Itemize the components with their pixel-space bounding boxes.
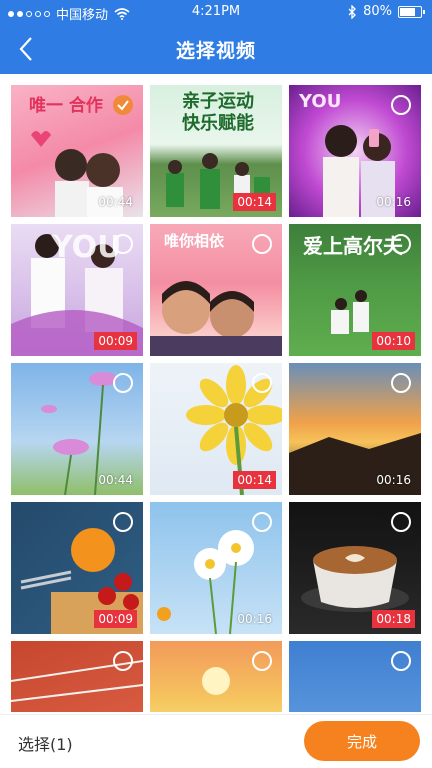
select-circle[interactable]	[113, 651, 133, 671]
thumbnail-title: 唯一 合作	[29, 96, 103, 116]
video-tile[interactable]: 00:14	[150, 363, 282, 495]
thumbnail-title: 唯你相依	[164, 232, 225, 250]
select-circle[interactable]	[391, 373, 411, 393]
video-tile[interactable]: 唯你相依	[150, 224, 282, 356]
select-circle[interactable]	[252, 234, 272, 254]
duration-label: 00:18	[372, 610, 415, 628]
video-tile[interactable]: YOU 00:09	[11, 224, 143, 356]
duration-label: 00:09	[94, 610, 137, 628]
video-tile[interactable]: 爱上高尔夫 00:10	[289, 224, 421, 356]
bottom-bar: 选择(1) 完成	[0, 714, 432, 768]
video-tile[interactable]: 00:16	[289, 363, 421, 495]
select-circle[interactable]	[252, 512, 272, 532]
select-circle[interactable]	[113, 512, 133, 532]
duration-label: 00:10	[372, 332, 415, 350]
select-circle[interactable]	[113, 234, 133, 254]
battery-fill	[400, 7, 415, 16]
select-circle[interactable]	[113, 373, 133, 393]
thumbnail-title: 爱上高尔夫	[303, 234, 403, 258]
duration-label: 00:14	[233, 471, 276, 489]
select-circle[interactable]	[252, 373, 272, 393]
video-tile[interactable]	[11, 641, 143, 712]
duration-label: 00:44	[98, 195, 133, 209]
select-circle[interactable]	[391, 234, 411, 254]
done-button[interactable]: 完成	[304, 721, 420, 761]
video-tile[interactable]	[289, 641, 421, 712]
selected-check[interactable]	[113, 95, 133, 115]
page-title: 选择视频	[175, 40, 256, 62]
bluetooth-icon	[348, 4, 357, 19]
selected-count: 选择(1)	[18, 735, 73, 754]
video-tile[interactable]: 亲子运动 快乐赋能 00:14	[150, 85, 282, 217]
select-circle[interactable]	[391, 95, 411, 115]
video-tile[interactable]: 00:09	[11, 502, 143, 634]
video-tile[interactable]: 00:18	[289, 502, 421, 634]
select-circle[interactable]	[252, 651, 272, 671]
duration-label: 00:16	[376, 473, 411, 487]
duration-label: 00:44	[98, 473, 133, 487]
video-tile[interactable]	[150, 641, 282, 712]
duration-label: 00:14	[233, 193, 276, 211]
video-tile[interactable]: 00:44	[11, 363, 143, 495]
video-grid: 唯一 合作 00:44 亲子运动 快乐赋能 00:14 YOU 00:16 YO…	[11, 85, 421, 712]
video-tile[interactable]: 唯一 合作 00:44	[11, 85, 143, 217]
battery-icon	[398, 5, 425, 18]
status-bar: 中国移动 4:21PM 80%	[0, 0, 432, 24]
select-circle[interactable]	[391, 651, 411, 671]
thumbnail-title: 亲子运动 快乐赋能	[182, 91, 254, 134]
duration-label: 00:16	[237, 612, 272, 626]
thumbnail-title: YOU	[51, 230, 122, 265]
video-tile[interactable]: 00:16	[150, 502, 282, 634]
thumbnail-title: YOU	[299, 91, 342, 112]
nav-bar: 选择视频	[0, 24, 432, 74]
battery-percent: 80%	[363, 4, 392, 19]
duration-label: 00:16	[376, 195, 411, 209]
select-circle[interactable]	[391, 512, 411, 532]
top-bar: 中国移动 4:21PM 80% 选择视频	[0, 0, 432, 74]
duration-label: 00:09	[94, 332, 137, 350]
status-right: 80%	[347, 4, 425, 19]
check-icon	[117, 100, 129, 111]
video-tile[interactable]: YOU 00:16	[289, 85, 421, 217]
